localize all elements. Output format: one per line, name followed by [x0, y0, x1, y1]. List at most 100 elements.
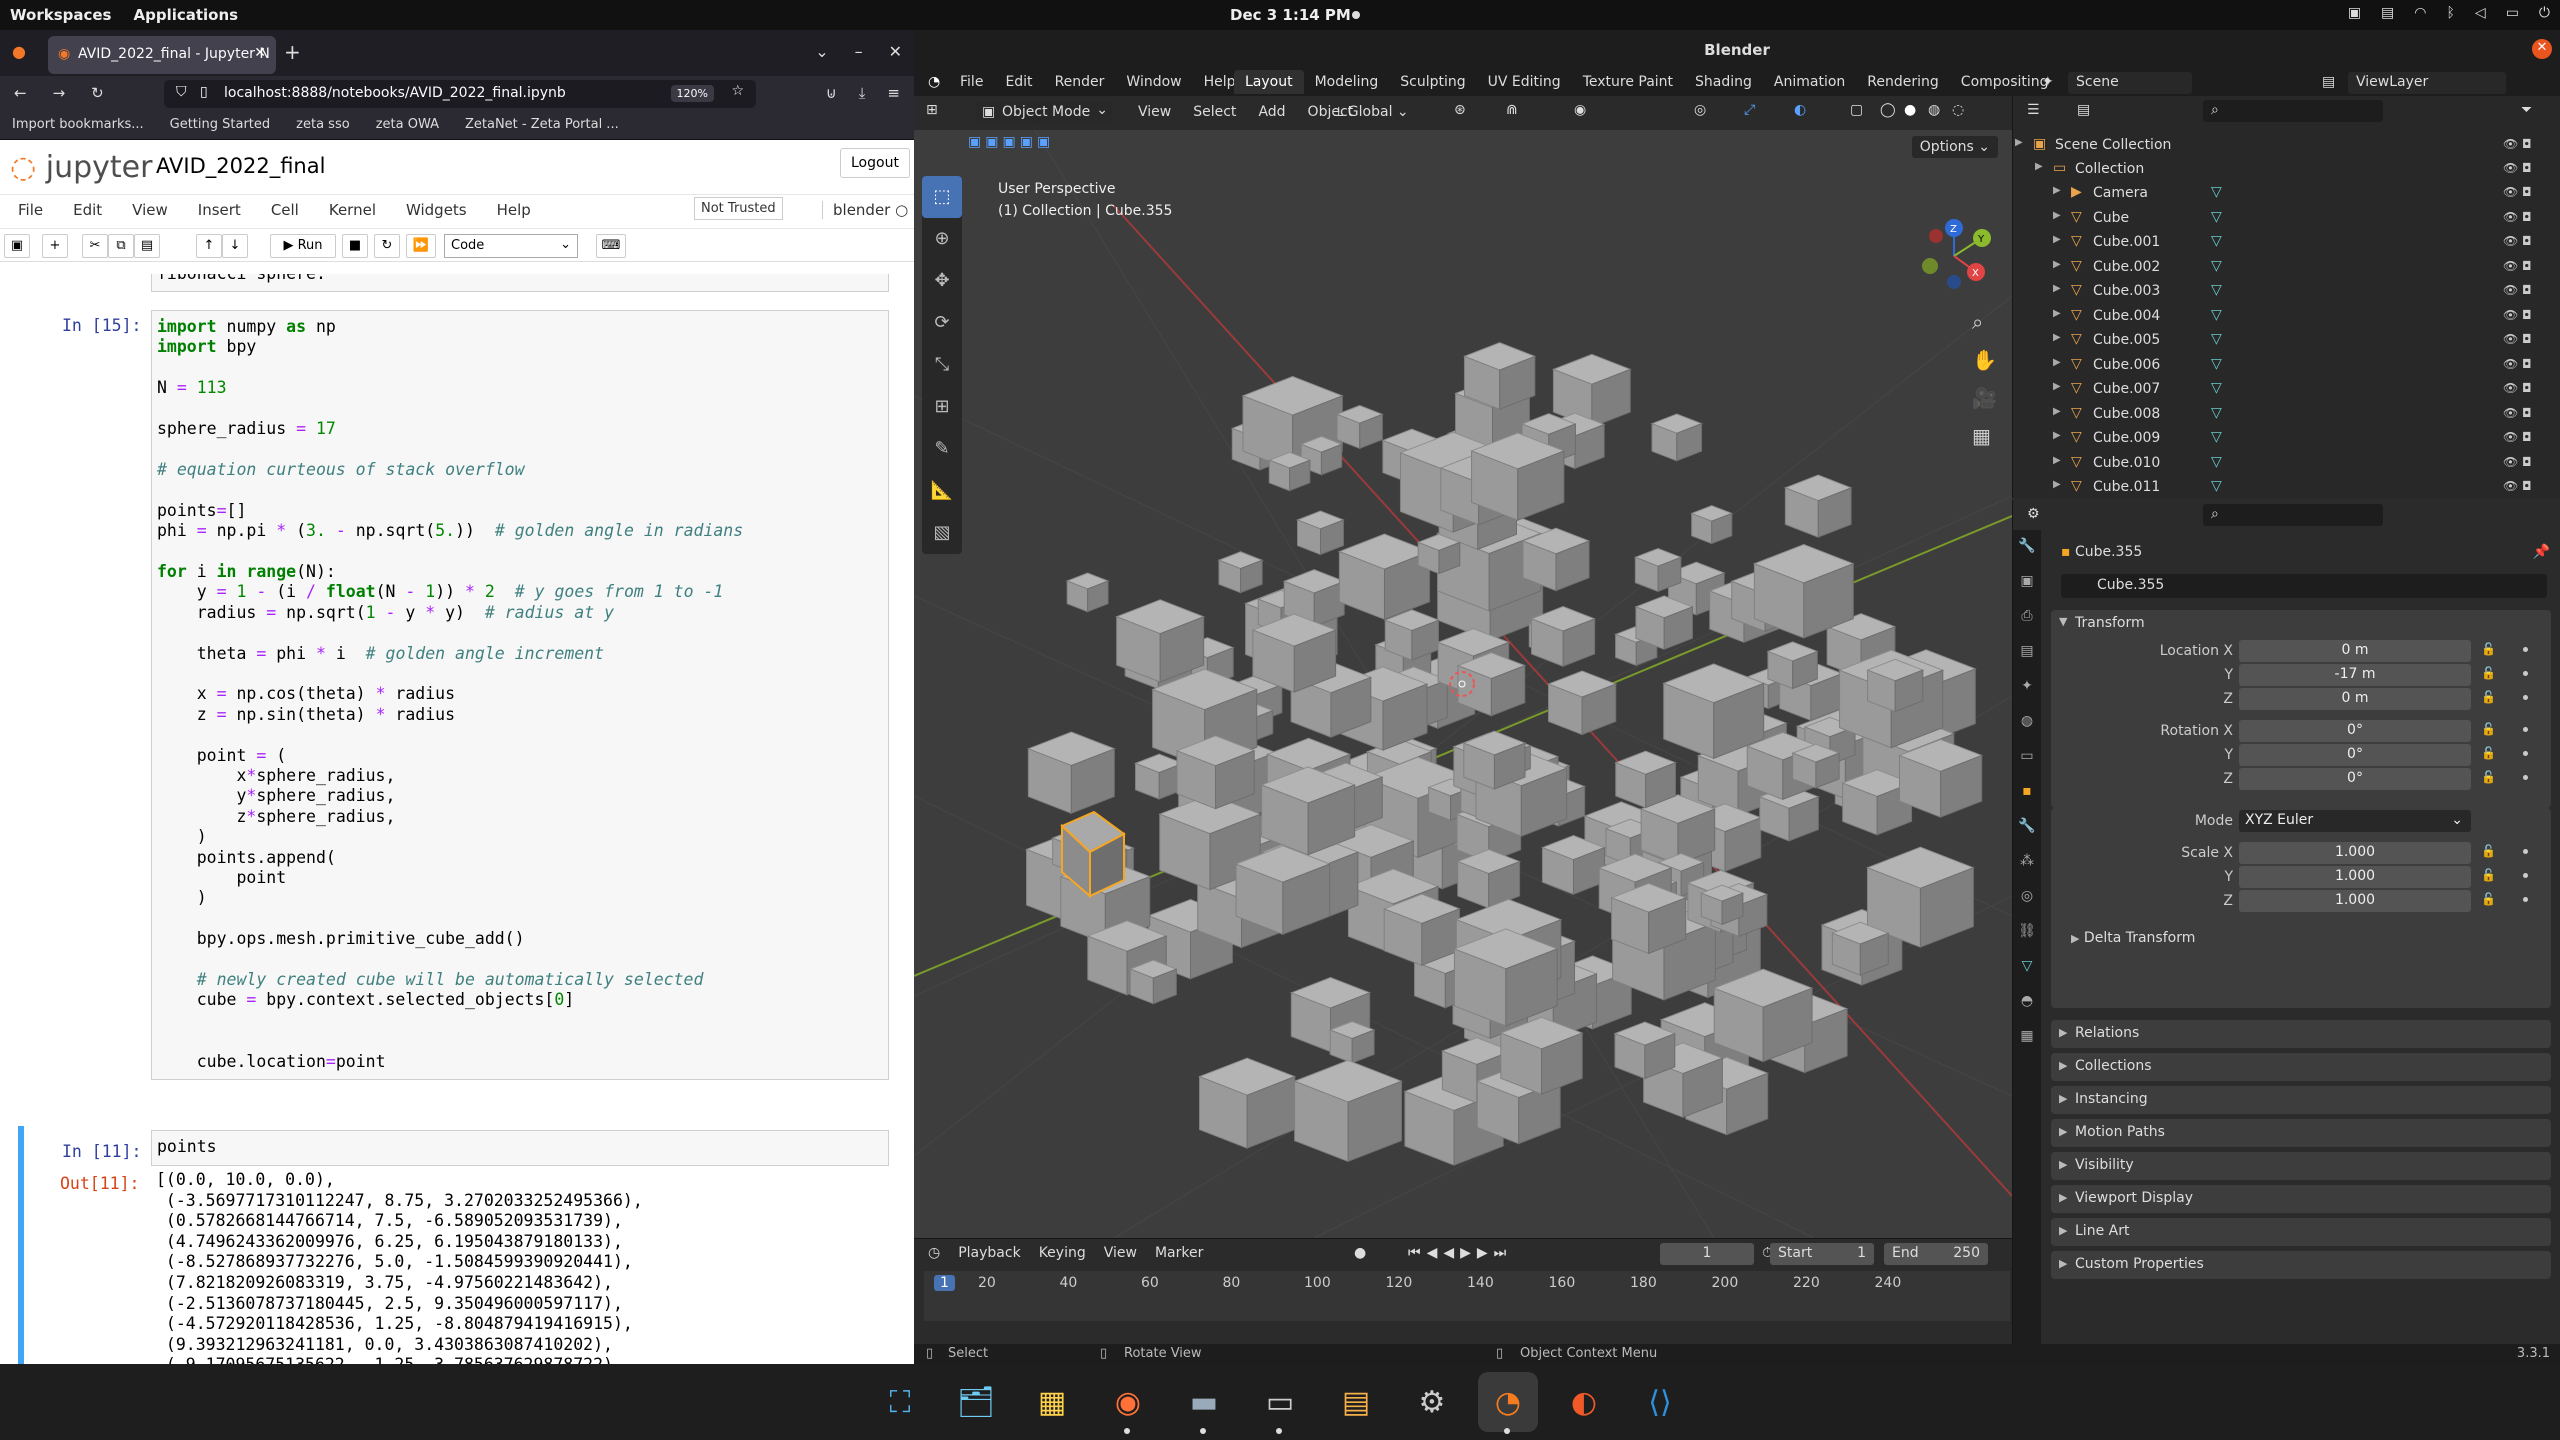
constraints-tab-icon[interactable]: ⛓	[2013, 915, 2041, 950]
cube-mesh[interactable]	[1552, 353, 1632, 428]
move-icon[interactable]: ✥	[922, 260, 962, 302]
save-icon[interactable]: ▣	[4, 234, 30, 258]
tab-animation[interactable]: Animation	[1763, 70, 1856, 94]
interaction-mode-select[interactable]: ▣ Object Mode ⌄	[976, 102, 1112, 124]
cube-mesh[interactable]	[1026, 731, 1116, 815]
cube-mesh[interactable]	[1267, 451, 1312, 492]
lock-icon[interactable]: 🔓	[2481, 844, 2496, 858]
cube-mesh[interactable]	[1613, 1021, 1677, 1080]
lock-icon[interactable]: 🔓	[2481, 690, 2496, 704]
lock-icon[interactable]: 🔓	[2481, 868, 2496, 882]
menu-cell[interactable]: Cell	[271, 201, 299, 219]
cube-mesh[interactable]	[1530, 606, 1597, 667]
url-bar[interactable]: ⛉ ▯ localhost:8888/notebooks/AVID_2022_f…	[164, 80, 756, 108]
cube-mesh[interactable]	[1699, 884, 1745, 926]
wireframe-shading-icon[interactable]: ◯	[1880, 102, 1896, 118]
gizmo-toggle-icon[interactable]: ⤢	[1744, 102, 1755, 118]
snap-icon[interactable]: ⋒	[1506, 102, 1518, 118]
files-icon[interactable]: ▬	[1174, 1372, 1234, 1434]
mesh-data-icon[interactable]: ▽	[2211, 258, 2222, 274]
pocket-icon[interactable]: ⊍	[826, 84, 837, 102]
properties-editor-icon[interactable]: ⚙	[2027, 506, 2040, 522]
transform-icon[interactable]: ⊞	[922, 386, 962, 428]
panel-collections[interactable]: ▶ Collections	[2051, 1053, 2551, 1081]
cube-mesh[interactable]	[1456, 652, 1527, 717]
cube-mesh[interactable]	[1115, 599, 1206, 683]
settings-icon[interactable]: ⚙	[1402, 1372, 1462, 1432]
transform-orientation-select[interactable]: ⟂ Global ⌄	[1328, 102, 1415, 122]
menu-icon[interactable]: ≡	[887, 84, 900, 102]
blender-icon[interactable]: ◔	[1478, 1372, 1538, 1434]
lock-icon[interactable]: 🔓	[2481, 892, 2496, 906]
bookmark-star-icon[interactable]: ☆	[731, 83, 744, 99]
tool-tab-icon[interactable]: 🔧	[2013, 530, 2041, 565]
notebook-cells[interactable]: fibonacci sphere. In [15]: import numpy …	[0, 274, 914, 1364]
cube-mesh[interactable]	[1462, 730, 1527, 790]
pivot-icon[interactable]: ⊛	[1454, 102, 1466, 118]
lock-icon[interactable]: 🔓	[2481, 642, 2496, 656]
delta-transform-header[interactable]: ▶ Delta Transform	[2071, 930, 2195, 946]
list-tabs-icon[interactable]: ⌄	[815, 42, 828, 61]
vscode-icon[interactable]: ⟨⟩	[1630, 1372, 1690, 1432]
file-manager-icon[interactable]: 🗂	[946, 1372, 1006, 1432]
tab-modeling[interactable]: Modeling	[1304, 70, 1390, 94]
navigation-gizmo[interactable]: Z Y X	[1914, 216, 1994, 296]
mesh-data-icon[interactable]: ▽	[2211, 282, 2222, 298]
expand-arrow-icon[interactable]: ▶	[2053, 332, 2061, 343]
cube-mesh[interactable]	[1198, 1057, 1297, 1149]
menu-render[interactable]: Render	[1055, 74, 1105, 90]
menu-help[interactable]: Help	[497, 201, 531, 219]
mesh-data-icon[interactable]: ▽	[2211, 356, 2222, 372]
blender-logo-icon[interactable]: ◔	[928, 74, 940, 90]
scale-z-field[interactable]: 1.000	[2239, 890, 2471, 912]
reload-icon[interactable]: ↻	[91, 84, 104, 102]
editor-type-icon[interactable]: ⊞	[926, 102, 938, 118]
cube-mesh[interactable]	[1175, 735, 1256, 810]
panel-viewport-display[interactable]: ▶ Viewport Display	[2051, 1185, 2551, 1213]
applications-menu[interactable]: Applications	[133, 6, 238, 24]
render-tab-icon[interactable]: ▣	[2013, 565, 2041, 600]
mesh-data-icon[interactable]: ▽	[2211, 454, 2222, 470]
mesh-data-icon[interactable]: ▽	[2211, 184, 2222, 200]
expand-arrow-icon[interactable]: ▶	[2053, 259, 2061, 270]
keyframe-dot[interactable]	[2523, 849, 2528, 854]
add-cube-icon[interactable]: ▧	[922, 512, 962, 554]
close-window-icon[interactable]: ✕	[2532, 39, 2552, 59]
expand-arrow-icon[interactable]: ▶	[2053, 406, 2061, 417]
keyframe-dot[interactable]	[2523, 647, 2528, 652]
vp-menu-view[interactable]: View	[1138, 104, 1171, 120]
view-layer-selector[interactable]: ViewLayer	[2348, 72, 2506, 94]
visibility-eye-icon[interactable]: 👁 ◘	[2503, 161, 2532, 175]
lock-icon[interactable]: 🔓	[2481, 746, 2496, 760]
interrupt-icon[interactable]: ■	[342, 234, 368, 258]
cube-mesh[interactable]	[1463, 342, 1537, 410]
rendered-shading-icon[interactable]: ◌	[1952, 102, 1964, 118]
rotation-mode-select[interactable]: XYZ Euler ⌄	[2239, 810, 2471, 832]
code-cell-editor-2[interactable]: points	[151, 1130, 889, 1166]
previous-cell-tail[interactable]: fibonacci sphere.	[151, 274, 889, 292]
data-tab-icon[interactable]: ▽	[2013, 950, 2041, 985]
outliner-item[interactable]: ▶ ▽ Cube.005 ▽ 👁 ◘	[2013, 329, 2560, 353]
scene-tab-icon[interactable]: ✦	[2013, 670, 2041, 705]
firefox-view-icon[interactable]: ●	[12, 42, 26, 61]
menu-widgets[interactable]: Widgets	[406, 201, 467, 219]
menu-insert[interactable]: Insert	[198, 201, 241, 219]
pin-icon[interactable]: 📌	[2533, 544, 2550, 560]
solid-shading-icon[interactable]: ●	[1904, 102, 1916, 118]
download-icon[interactable]: ⤓	[859, 84, 866, 102]
scale-y-field[interactable]: 1.000	[2239, 866, 2471, 888]
cube-mesh[interactable]	[1898, 738, 1984, 818]
select-subtract-icon[interactable]: ▣	[1002, 134, 1015, 150]
copy-icon[interactable]: ⧉	[108, 234, 134, 258]
cube-mesh[interactable]	[1337, 533, 1431, 621]
close-tab-icon[interactable]: ✕	[254, 45, 266, 61]
cube-mesh[interactable]	[1470, 432, 1566, 521]
scene-selector[interactable]: Scene	[2068, 72, 2192, 94]
texture-tab-icon[interactable]: ▦	[2013, 1020, 2041, 1055]
3d-viewport[interactable]: ⊞ ▣ Object Mode ⌄ View Select Add Object ⟂…	[914, 96, 2012, 1238]
zoom-icon[interactable]: ⌕	[1972, 310, 1997, 334]
expand-arrow-icon[interactable]: ▶	[2053, 210, 2061, 221]
cube-mesh[interactable]	[1499, 1016, 1584, 1095]
cell-type-select[interactable]: Code ⌄	[444, 234, 578, 258]
outliner-collection[interactable]: ▶ ▭ Collection 👁 ◘	[2013, 158, 2560, 182]
